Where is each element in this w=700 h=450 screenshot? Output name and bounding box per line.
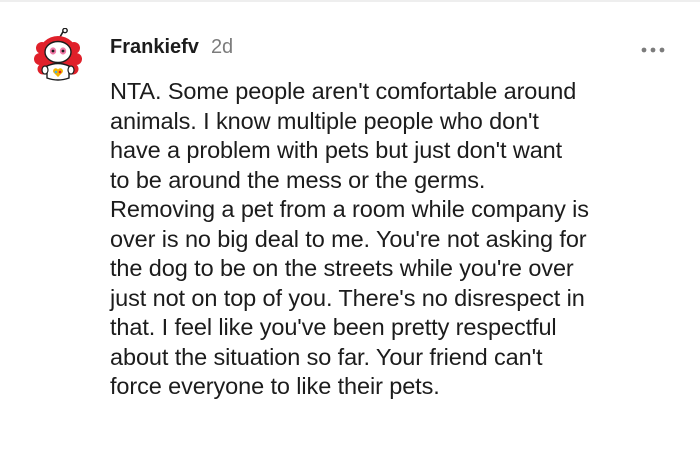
comment-body-line: NTA. Some people aren't comfortable arou…	[110, 78, 577, 104]
comment-body-line: force everyone to like their pets.	[110, 373, 440, 399]
comment: Frankiefv 2d NTA. Some people aren't com…	[0, 0, 700, 450]
comment-body-line: over is no big deal to me. You're not as…	[110, 225, 587, 252]
snoo-avatar-icon[interactable]	[34, 27, 84, 84]
comment-body-line: the dog to be on the streets while you'r…	[110, 255, 574, 281]
timestamp: 2d	[210, 36, 234, 58]
comment-header: Frankiefv 2d	[110, 36, 233, 64]
comment-body-line: have a problem with pets but just don't …	[110, 137, 563, 163]
comment-body-line: Removing a pet from a room while company…	[110, 196, 589, 222]
comment-view: Frankiefv 2d NTA. Some people aren't com…	[0, 0, 700, 450]
more-options-icon	[641, 47, 665, 53]
comment-body: NTA. Some people aren't comfortable arou…	[110, 77, 690, 402]
comment-body-line: that. I feel like you've been pretty res…	[110, 314, 557, 340]
comment-body-line: about the situation so far. Your friend …	[110, 343, 543, 370]
username-link[interactable]: Frankiefv	[110, 36, 199, 59]
avatar-image	[34, 27, 82, 81]
comment-body-line: animals. I know multiple people who don'…	[110, 107, 539, 134]
more-options-button[interactable]	[636, 38, 670, 62]
comment-body-line: to be around the mess or the germs.	[110, 166, 486, 193]
comment-body-line: just not on top of you. There's no disre…	[110, 284, 585, 311]
